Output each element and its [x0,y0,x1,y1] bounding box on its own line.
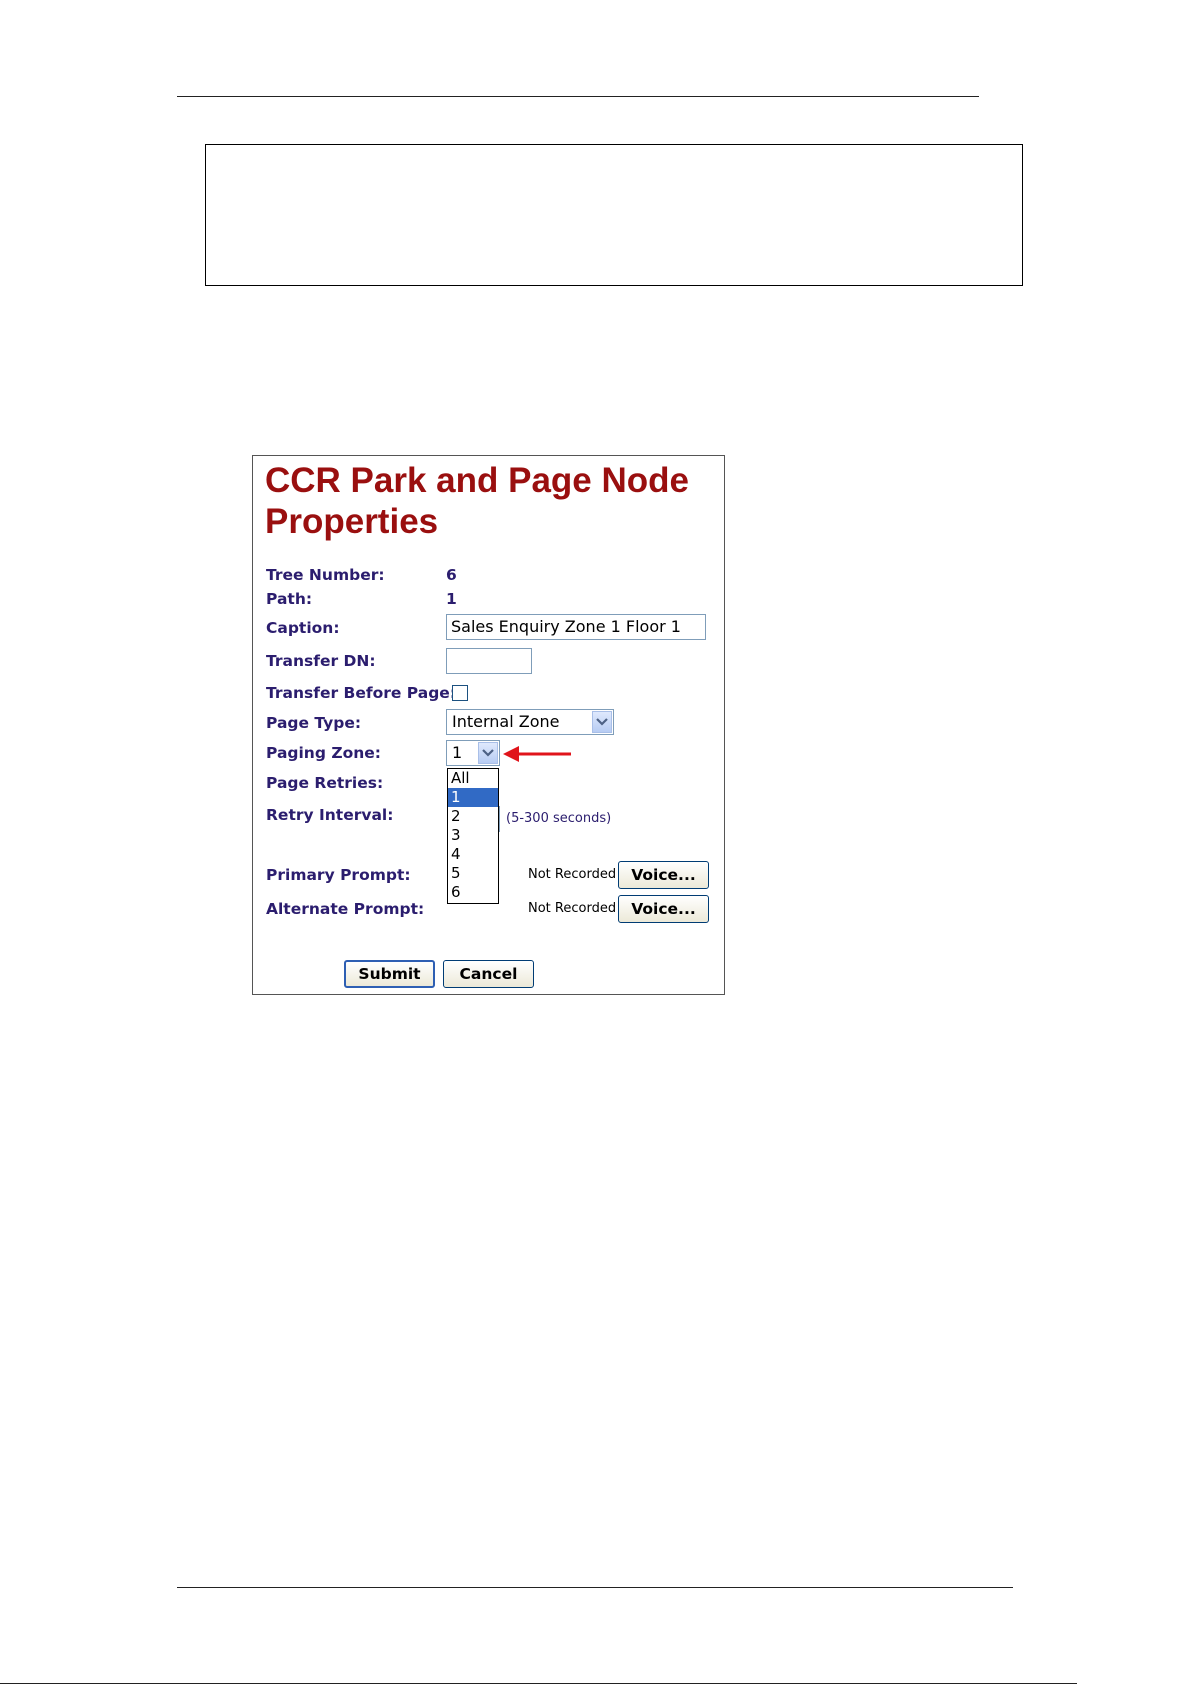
primary-prompt-label: Primary Prompt: [266,866,411,884]
paging-zone-value: 1 [452,743,463,762]
path-value: 1 [446,590,457,608]
page-type-value: Internal Zone [452,712,560,731]
header-rule [177,96,979,97]
paging-zone-option[interactable]: 4 [448,845,498,864]
paging-zone-option[interactable]: All [448,769,498,788]
alternate-prompt-voice-button[interactable]: Voice... [618,895,709,923]
alternate-prompt-label: Alternate Prompt: [266,900,425,918]
transfer-before-page-label: Transfer Before Page: [266,684,457,702]
retry-interval-hint: (5-300 seconds) [506,811,612,826]
primary-prompt-voice-button[interactable]: Voice... [618,861,709,889]
footer-rule [177,1587,1013,1588]
paging-zone-label: Paging Zone: [266,744,381,762]
paging-zone-select[interactable]: 1 [446,740,500,766]
note-box [205,144,1023,286]
tree-number-label: Tree Number: [266,566,385,584]
chevron-down-icon [596,718,608,726]
page-bottom-rule [0,1683,1077,1684]
alternate-prompt-status: Not Recorded [528,901,617,916]
retry-interval-label: Retry Interval: [266,806,394,824]
primary-prompt-status: Not Recorded [528,867,617,882]
red-arrow-annotation-icon [503,746,571,762]
page-type-label: Page Type: [266,714,362,732]
paging-zone-option[interactable]: 6 [448,883,498,902]
paging-zone-dropdown-button[interactable] [478,742,498,764]
cancel-button[interactable]: Cancel [443,960,534,988]
paging-zone-option[interactable]: 2 [448,807,498,826]
submit-button[interactable]: Submit [344,960,435,988]
page-title: CCR Park and Page Node Properties [265,461,689,541]
transfer-before-page-checkbox[interactable] [452,685,468,701]
caption-input[interactable]: Sales Enquiry Zone 1 Floor 1 [446,614,706,640]
page-type-select[interactable]: Internal Zone [446,709,614,735]
page-type-dropdown-button[interactable] [592,711,612,733]
tree-number-value: 6 [446,566,457,584]
paging-zone-option[interactable]: 3 [448,826,498,845]
chevron-down-icon [482,749,494,757]
caption-label: Caption: [266,619,340,637]
paging-zone-option[interactable]: 1 [448,788,498,807]
page-retries-label: Page Retries: [266,774,384,792]
paging-zone-options-list[interactable]: All 1 2 3 4 5 6 [447,768,499,904]
transfer-dn-label: Transfer DN: [266,652,376,670]
node-properties-panel: CCR Park and Page Node Properties Tree N… [252,455,725,995]
retry-interval-input-edge[interactable] [499,806,502,832]
paging-zone-option[interactable]: 5 [448,864,498,883]
path-label: Path: [266,590,313,608]
transfer-dn-input[interactable] [446,648,532,674]
